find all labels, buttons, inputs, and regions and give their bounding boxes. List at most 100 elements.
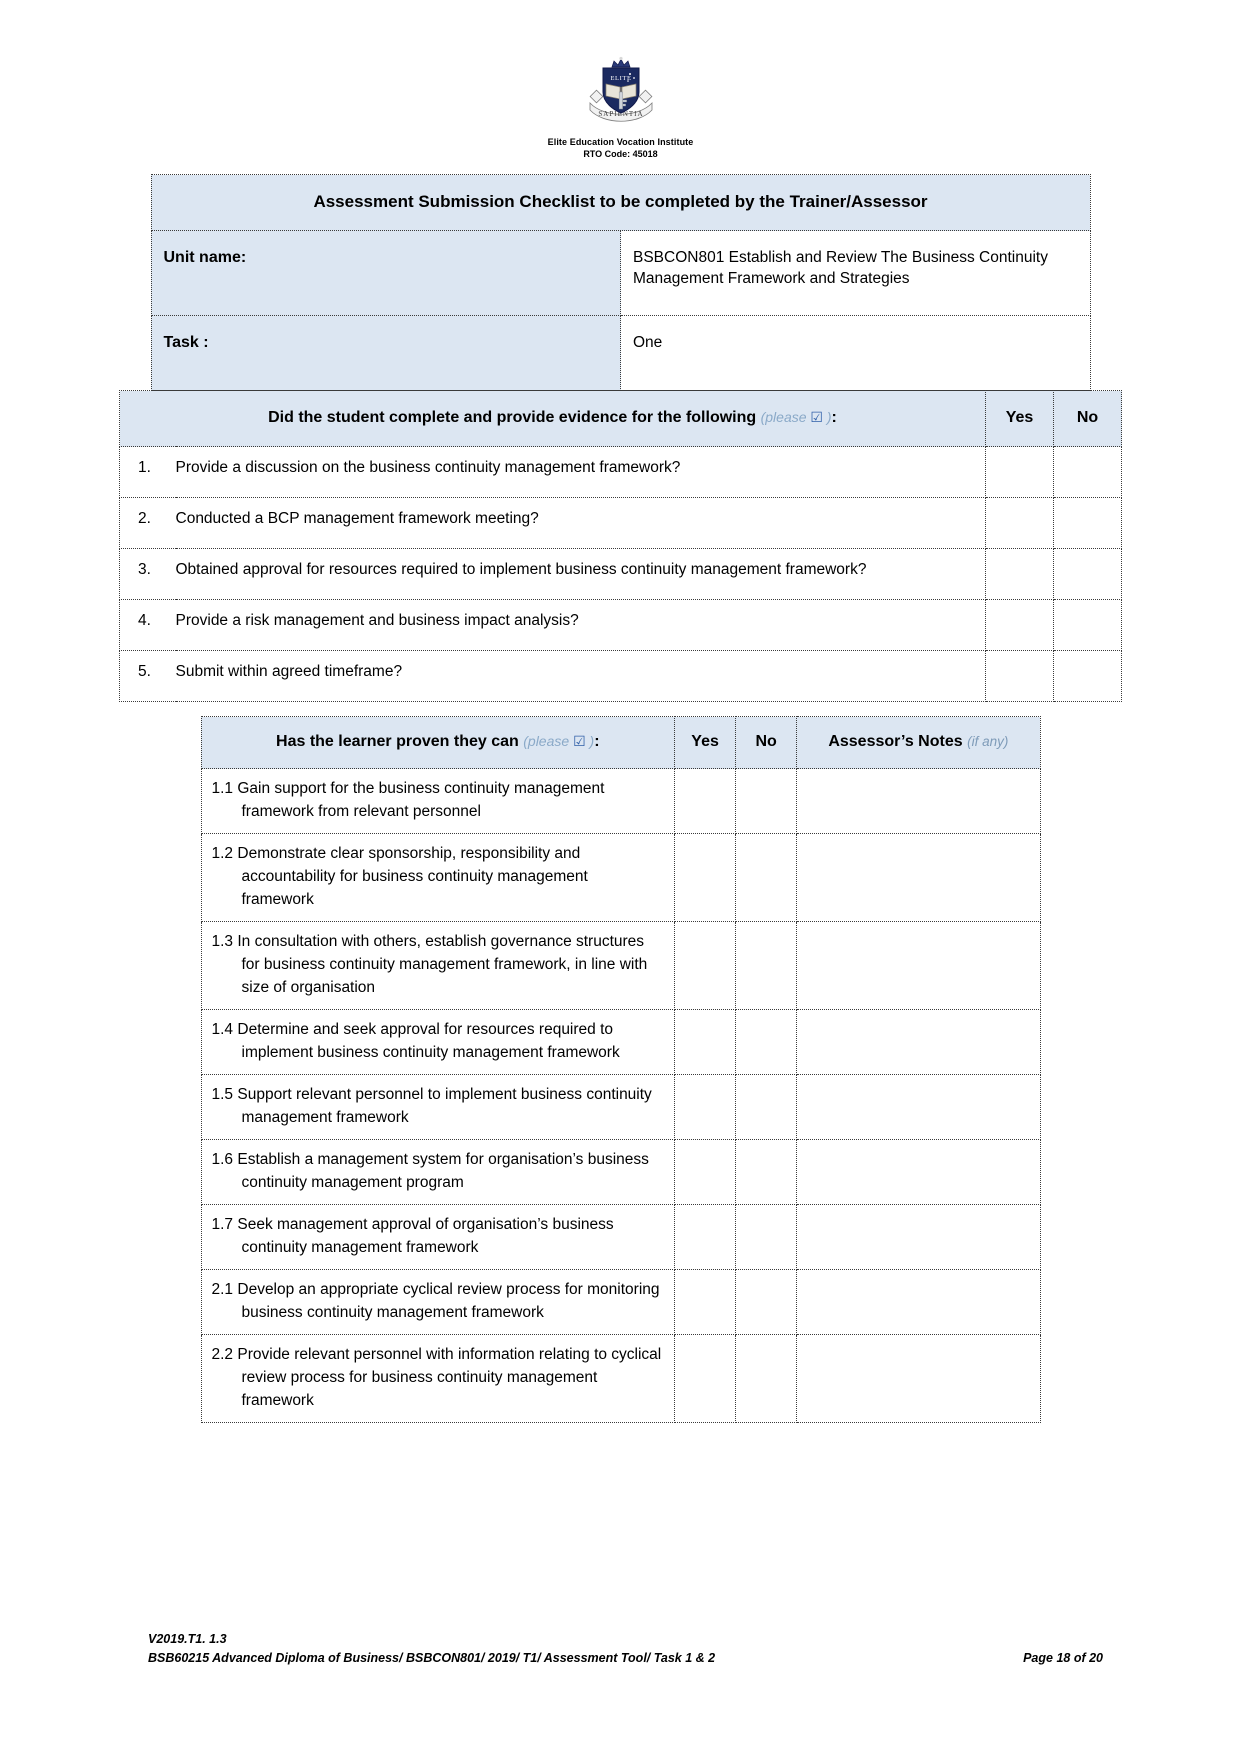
task-value[interactable]: One [620,315,1091,391]
table-row: 5. Submit within agreed timeframe? [119,650,1122,702]
criteria-text: Support relevant personnel to implement … [237,1086,652,1126]
task-label: Task : [150,315,621,391]
criteria-no-cell[interactable] [735,1334,798,1423]
item-no-cell[interactable] [1053,599,1122,651]
criteria-yes-cell[interactable] [674,1139,737,1205]
evidence-no-header: No [1053,390,1122,447]
criteria-cell: 1.5 Support relevant personnel to implem… [200,1074,676,1140]
performance-criteria-table: Has the learner proven they can (please … [200,716,1041,1423]
evidence-question-text: Did the student complete and provide evi… [268,409,757,426]
criteria-no-cell[interactable] [735,1139,798,1205]
checklist-title: Assessment Submission Checklist to be co… [150,174,1091,231]
item-no-cell[interactable] [1053,446,1122,498]
criteria-notes-cell[interactable] [796,1204,1041,1270]
table-row: 4. Provide a risk management and busines… [119,599,1122,651]
criteria-code: 1.3 [211,933,234,950]
criteria-code: 2.1 [211,1281,234,1298]
criteria-notes-cell[interactable] [796,1074,1041,1140]
criteria-notes-cell[interactable] [796,1139,1041,1205]
page-footer: V2019.T1. 1.3 BSB60215 Advanced Diploma … [0,1630,1241,1668]
evidence-hint-colon: : [831,409,837,426]
criteria-yes-cell[interactable] [674,1334,737,1423]
criteria-code: 1.6 [211,1151,234,1168]
criteria-notes-cell[interactable] [796,1009,1041,1075]
criteria-code: 1.2 [211,845,234,862]
item-no-cell[interactable] [1053,497,1122,549]
criteria-yes-cell[interactable] [674,768,737,834]
table-row: 3. Obtained approval for resources requi… [119,548,1122,600]
criteria-no-cell[interactable] [735,1269,798,1335]
criteria-no-cell[interactable] [735,833,798,922]
criteria-text: Provide relevant personnel with informat… [237,1346,662,1409]
evidence-checklist-table: Did the student complete and provide evi… [119,390,1122,702]
svg-text:ELITE: ELITE [610,75,631,82]
table-row: 1.1 Gain support for the business contin… [200,768,1041,834]
table-row-unit: Unit name: BSBCON801 Establish and Revie… [150,230,1091,316]
item-yes-cell[interactable] [985,599,1054,651]
criteria-no-cell[interactable] [735,768,798,834]
criteria-no-cell[interactable] [735,1074,798,1140]
footer-page-number: Page 18 of 20 [1023,1651,1103,1665]
table-row: 2. Conducted a BCP management framework … [119,497,1122,549]
item-yes-cell[interactable] [985,446,1054,498]
criteria-hint-close: ) [585,733,595,749]
item-yes-cell[interactable] [985,650,1054,702]
footer-version: V2019.T1. 1.3 [148,1632,227,1646]
item-number: 4. [119,599,176,651]
unit-name-label: Unit name: [150,230,621,316]
criteria-question-header: Has the learner proven they can (please … [200,716,676,769]
assessor-notes-header: Assessor’s Notes (if any) [796,716,1041,769]
table-row: 2.2 Provide relevant personnel with info… [200,1334,1041,1423]
evidence-hint-close: ) [822,409,832,425]
table-row: 1.5 Support relevant personnel to implem… [200,1074,1041,1140]
criteria-yes-cell[interactable] [674,1204,737,1270]
criteria-notes-cell[interactable] [796,768,1041,834]
criteria-text: In consultation with others, establish g… [237,933,648,996]
criteria-cell: 1.2 Demonstrate clear sponsorship, respo… [200,833,676,922]
evidence-hint-open: (please [760,409,811,425]
table-row: 1.4 Determine and seek approval for reso… [200,1009,1041,1075]
item-text: Obtained approval for resources required… [175,548,986,600]
criteria-code: 1.1 [211,780,234,797]
unit-name-value[interactable]: BSBCON801 Establish and Review The Busin… [620,230,1091,316]
criteria-notes-cell[interactable] [796,921,1041,1010]
table-row-title: Assessment Submission Checklist to be co… [150,174,1091,231]
item-no-cell[interactable] [1053,650,1122,702]
criteria-yes-cell[interactable] [674,1074,737,1140]
item-yes-cell[interactable] [985,548,1054,600]
criteria-cell: 1.1 Gain support for the business contin… [200,768,676,834]
table-row: 1.3 In consultation with others, establi… [200,921,1041,1010]
item-no-cell[interactable] [1053,548,1122,600]
criteria-notes-cell[interactable] [796,833,1041,922]
criteria-yes-cell[interactable] [674,833,737,922]
criteria-code: 1.7 [211,1216,234,1233]
footer-course-line: BSB60215 Advanced Diploma of Business/ B… [148,1651,716,1665]
criteria-yes-cell[interactable] [674,1009,737,1075]
item-yes-cell[interactable] [985,497,1054,549]
criteria-text: Develop an appropriate cyclical review p… [237,1281,660,1321]
assessor-notes-text: Assessor’s Notes [828,733,963,750]
criteria-cell: 2.2 Provide relevant personnel with info… [200,1334,676,1423]
item-number: 1. [119,446,176,498]
item-number: 3. [119,548,176,600]
criteria-notes-cell[interactable] [796,1334,1041,1423]
criteria-text: Determine and seek approval for resource… [237,1021,620,1061]
document-page: SAPIENTIA ELITE Elite Education Vocation… [0,0,1241,1754]
criteria-no-cell[interactable] [735,1204,798,1270]
table-row: 1.6 Establish a management system for or… [200,1139,1041,1205]
criteria-cell: 1.4 Determine and seek approval for reso… [200,1009,676,1075]
criteria-text: Demonstrate clear sponsorship, responsib… [237,845,588,908]
criteria-hint-colon: : [594,733,600,750]
criteria-cell: 1.3 In consultation with others, establi… [200,921,676,1010]
criteria-yes-cell[interactable] [674,921,737,1010]
criteria-no-cell[interactable] [735,921,798,1010]
item-text: Conducted a BCP management framework mee… [175,497,986,549]
criteria-yes-cell[interactable] [674,1269,737,1335]
item-number: 2. [119,497,176,549]
checklist-info-table: Assessment Submission Checklist to be co… [150,174,1091,391]
assessor-notes-hint: (if any) [967,734,1009,749]
table-row-evidence-header: Did the student complete and provide evi… [119,390,1122,447]
criteria-no-cell[interactable] [735,1009,798,1075]
criteria-notes-cell[interactable] [796,1269,1041,1335]
criteria-code: 1.5 [211,1086,234,1103]
